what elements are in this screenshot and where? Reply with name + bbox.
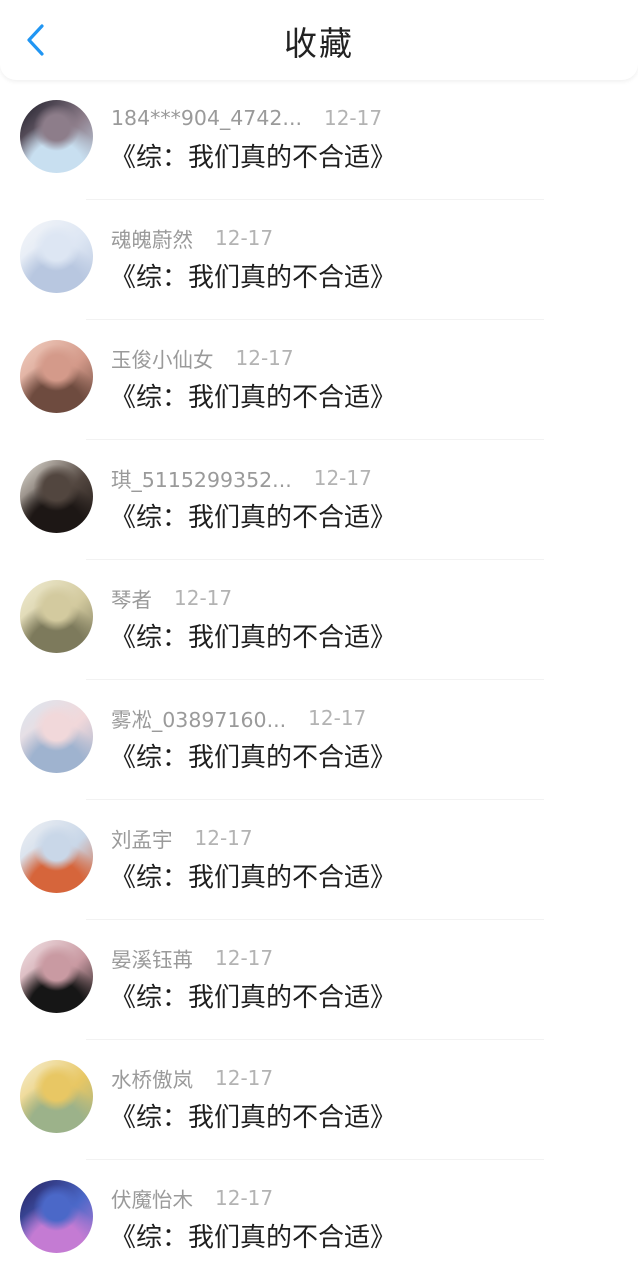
list-item[interactable]: 伏魔怡木 12-17 《综：我们真的不合适》 — [0, 1160, 638, 1280]
username[interactable]: 琪_5115299352... — [111, 463, 292, 493]
avatar[interactable] — [20, 820, 93, 893]
date: 12-17 — [194, 826, 253, 850]
list-item[interactable]: 刘孟宇 12-17 《综：我们真的不合适》 — [0, 800, 638, 920]
date: 12-17 — [174, 586, 233, 610]
book-title[interactable]: 《综：我们真的不合适》 — [110, 258, 396, 298]
book-title[interactable]: 《综：我们真的不合适》 — [110, 378, 396, 418]
list-item[interactable]: 魂魄蔚然 12-17 《综：我们真的不合适》 — [0, 200, 638, 320]
avatar[interactable] — [20, 220, 93, 293]
avatar[interactable] — [20, 340, 93, 413]
date: 12-17 — [313, 466, 372, 490]
date: 12-17 — [235, 346, 294, 370]
book-title[interactable]: 《综：我们真的不合适》 — [110, 138, 396, 178]
avatar[interactable] — [20, 1060, 93, 1133]
top-bar: 收藏 — [0, 0, 638, 80]
book-title[interactable]: 《综：我们真的不合适》 — [110, 1098, 396, 1138]
avatar[interactable] — [20, 460, 93, 533]
book-title[interactable]: 《综：我们真的不合适》 — [110, 978, 396, 1018]
avatar[interactable] — [20, 580, 93, 653]
username[interactable]: 184***904_4742... — [111, 106, 302, 130]
date: 12-17 — [323, 106, 383, 130]
date: 12-17 — [215, 1066, 274, 1090]
date: 12-17 — [215, 946, 274, 970]
list-item[interactable]: 玉俊小仙女 12-17 《综：我们真的不合适》 — [0, 320, 638, 440]
username[interactable]: 晏溪钰苒 — [111, 943, 193, 973]
avatar[interactable] — [20, 1180, 93, 1253]
item-meta: 晏溪钰苒 12-17 — [111, 943, 273, 973]
book-title[interactable]: 《综：我们真的不合适》 — [110, 618, 396, 658]
item-meta: 琴者 12-17 — [111, 583, 232, 613]
item-meta: 雾凇_03897160... 12-17 — [111, 703, 366, 733]
list-item[interactable]: 184***904_4742... 12-17 《综：我们真的不合适》 — [0, 80, 638, 200]
avatar[interactable] — [20, 940, 93, 1013]
item-meta: 184***904_4742... 12-17 — [111, 103, 382, 133]
username[interactable]: 水桥傲岚 — [111, 1063, 193, 1093]
list-item[interactable]: 晏溪钰苒 12-17 《综：我们真的不合适》 — [0, 920, 638, 1040]
avatar[interactable] — [20, 100, 93, 173]
date: 12-17 — [308, 706, 367, 730]
date: 12-17 — [215, 226, 274, 250]
favorites-list: 184***904_4742... 12-17 《综：我们真的不合适》 魂魄蔚然… — [0, 80, 638, 1280]
username[interactable]: 玉俊小仙女 — [111, 343, 214, 373]
book-title[interactable]: 《综：我们真的不合适》 — [110, 498, 396, 538]
list-item[interactable]: 琴者 12-17 《综：我们真的不合适》 — [0, 560, 638, 680]
username[interactable]: 雾凇_03897160... — [111, 703, 286, 733]
item-meta: 琪_5115299352... 12-17 — [111, 463, 372, 493]
page-title: 收藏 — [284, 24, 354, 63]
item-meta: 玉俊小仙女 12-17 — [111, 343, 294, 373]
username[interactable]: 刘孟宇 — [111, 823, 173, 853]
item-meta: 魂魄蔚然 12-17 — [111, 223, 273, 253]
list-item[interactable]: 琪_5115299352... 12-17 《综：我们真的不合适》 — [0, 440, 638, 560]
list-item[interactable]: 雾凇_03897160... 12-17 《综：我们真的不合适》 — [0, 680, 638, 800]
username[interactable]: 琴者 — [111, 583, 152, 613]
book-title[interactable]: 《综：我们真的不合适》 — [110, 1218, 396, 1258]
item-meta: 刘孟宇 12-17 — [111, 823, 253, 853]
avatar[interactable] — [20, 700, 93, 773]
book-title[interactable]: 《综：我们真的不合适》 — [110, 738, 396, 778]
date: 12-17 — [215, 1186, 274, 1210]
list-item[interactable]: 水桥傲岚 12-17 《综：我们真的不合适》 — [0, 1040, 638, 1160]
username[interactable]: 伏魔怡木 — [111, 1183, 193, 1213]
book-title[interactable]: 《综：我们真的不合适》 — [110, 858, 396, 898]
username[interactable]: 魂魄蔚然 — [111, 223, 193, 253]
item-meta: 水桥傲岚 12-17 — [111, 1063, 273, 1093]
item-meta: 伏魔怡木 12-17 — [111, 1183, 273, 1213]
